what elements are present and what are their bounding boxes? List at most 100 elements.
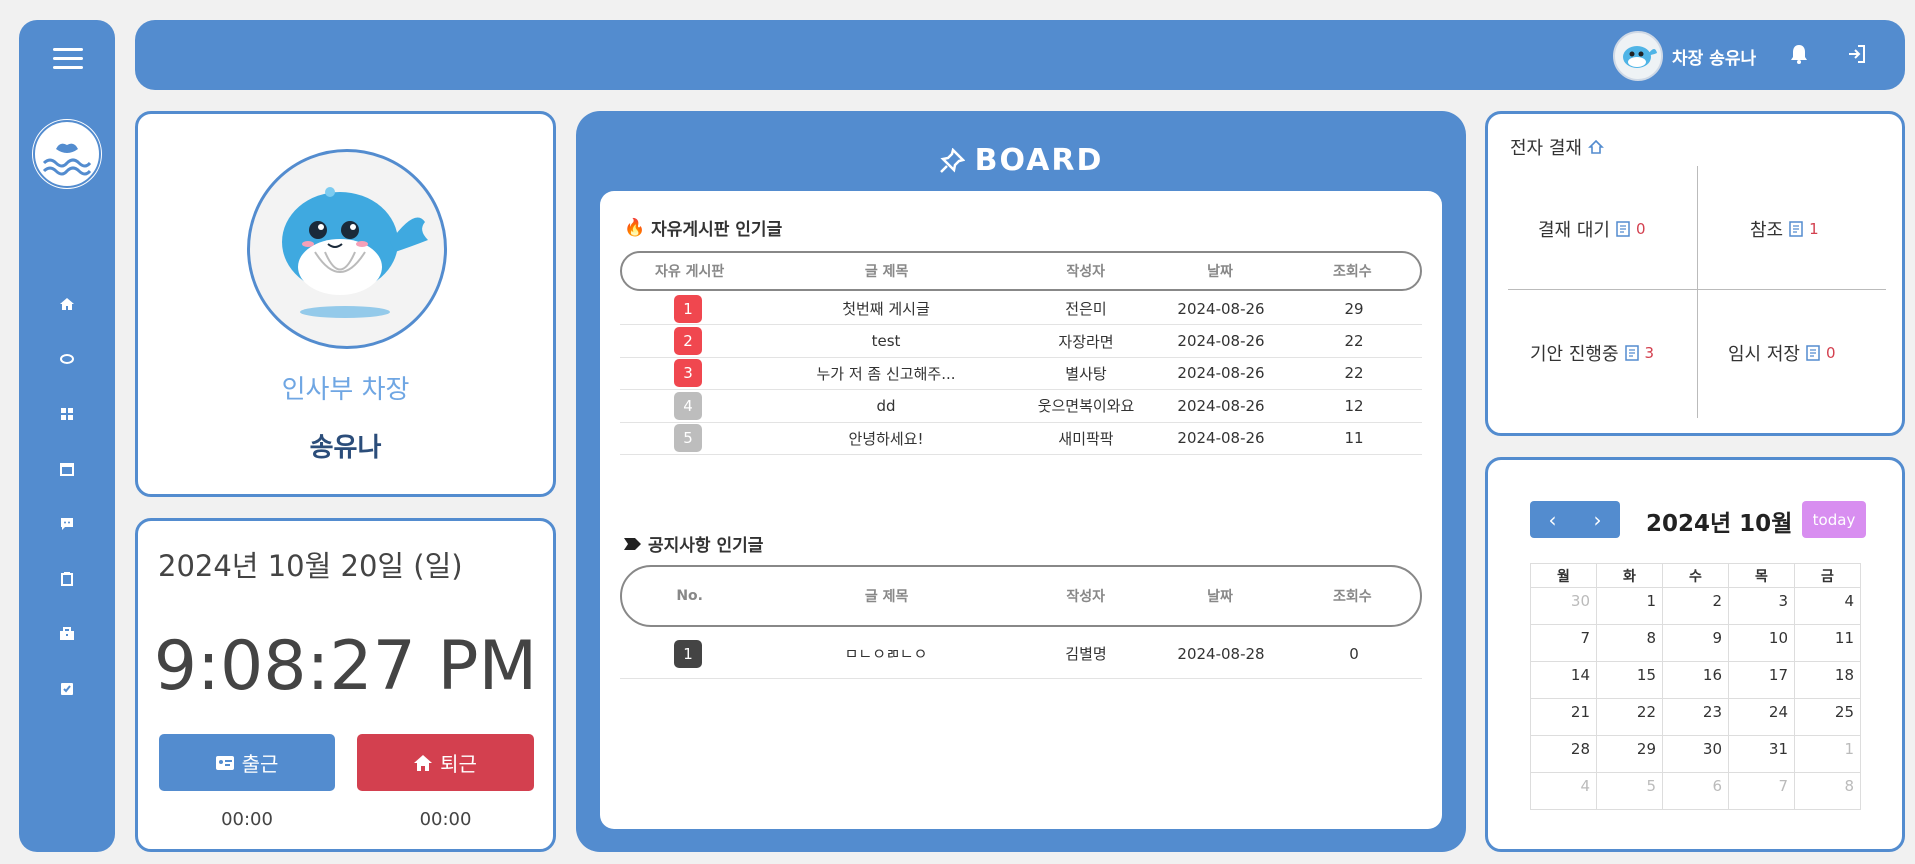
calendar-day[interactable]: 7 [1530,624,1597,662]
bell-icon[interactable] [1787,42,1811,66]
calendar-day[interactable]: 21 [1530,698,1597,736]
post-author: 별사탕 [1065,364,1107,383]
sidebar [19,20,115,852]
paperclip-icon[interactable] [59,351,75,367]
calendar-day[interactable]: 29 [1596,735,1663,773]
table-row[interactable]: 1 첫번째 게시글 전은미 2024-08-26 29 [620,293,1422,326]
calendar-day[interactable]: 9 [1662,624,1729,662]
checkout-button[interactable]: 퇴근 [357,734,534,791]
home-icon[interactable] [59,296,75,312]
calendar-day[interactable]: 10 [1728,624,1795,662]
table-row[interactable]: 3 누가 저 좀 신고해주... 별사탕 2024-08-26 22 [620,358,1422,391]
column-header: 작성자 [1066,589,1105,605]
calendar-icon[interactable] [59,461,75,477]
chevron-right-icon[interactable]: › [1575,501,1620,538]
today-button[interactable]: today [1802,501,1866,538]
rank-badge: 4 [674,391,702,420]
calendar-grid: 월화수목금 30 1 2 3 4 7 8 9 10 11 14 15 16 17 18 21 22 23 24 25 2… [1530,563,1861,810]
calendar-day[interactable]: 1 [1596,587,1663,625]
calendar-day[interactable]: 23 [1662,698,1729,736]
post-views: 22 [1344,332,1364,351]
table-row[interactable]: 2 test 자장라면 2024-08-26 22 [620,325,1422,358]
rank-cell: 5 [620,424,756,453]
approval-label: 기안 진행중 [1530,344,1619,365]
post-title: dd [876,396,896,415]
calendar-day[interactable]: 1 [1794,735,1861,773]
chat-icon[interactable] [59,516,75,532]
user-label: 차장 송유나 [1672,49,1757,69]
calendar-day[interactable]: 16 [1662,661,1729,699]
calendar-day[interactable]: 7 [1728,772,1795,810]
table-row[interactable]: 4 dd 웃으면복이와요 2024-08-26 12 [620,390,1422,423]
column-header: 자유 게시판 [655,264,725,280]
approval-title: 전자 결재 [1510,138,1582,159]
profile-name: 송유나 [309,433,382,463]
approval-count: 0 [1635,220,1646,238]
profile-card: 인사부 차장 송유나 [135,111,556,497]
approval-pending[interactable]: 결재 대기 0 [1538,216,1646,242]
table-row[interactable]: 1 ㅁㄴㅇㄻㄴㅇ 김별명 2024-08-28 0 [620,629,1422,679]
free-board-title: 자유게시판 인기글 [651,220,783,240]
checkin-button[interactable]: 출근 [159,734,335,791]
column-header: 조회수 [1333,264,1372,280]
calendar-day[interactable]: 8 [1596,624,1663,662]
post-views: 12 [1344,396,1364,415]
approval-header[interactable]: 전자 결재 [1510,134,1604,160]
user-avatar[interactable] [1613,31,1663,81]
calendar-day[interactable]: 11 [1794,624,1861,662]
approval-reference[interactable]: 참조 1 [1750,216,1819,242]
approval-draft[interactable]: 임시 저장 0 [1728,340,1836,366]
calendar-day[interactable]: 22 [1596,698,1663,736]
rank-cell: 1 [620,294,756,323]
calendar-title: 2024년 10월 [1646,511,1793,537]
board-title: BOARD [974,143,1104,178]
calendar-day[interactable]: 30 [1662,735,1729,773]
calendar-day[interactable]: 8 [1794,772,1861,810]
post-date: 2024-08-26 [1177,429,1265,448]
table-row[interactable]: 5 안녕하세요! 새미팍팍 2024-08-26 11 [620,423,1422,455]
calendar-day[interactable]: 18 [1794,661,1861,699]
logout-icon[interactable] [1845,42,1869,66]
calendar-day[interactable]: 3 [1728,587,1795,625]
approval-in-progress[interactable]: 기안 진행중 3 [1530,340,1654,366]
rank-badge: 1 [674,639,702,668]
calendar-day[interactable]: 17 [1728,661,1795,699]
clipboard-icon[interactable] [59,571,75,587]
calendar-day[interactable]: 14 [1530,661,1597,699]
calendar-day[interactable]: 4 [1530,772,1597,810]
board-header: BOARD [576,143,1466,178]
checkbox-icon[interactable] [59,681,75,697]
rank-cell: 4 [620,391,756,420]
weekday-header: 수 [1662,563,1729,588]
column-header: No. [676,588,703,604]
post-views: 29 [1344,299,1364,318]
checkout-time: 00:00 [419,809,472,830]
calendar-day[interactable]: 15 [1596,661,1663,699]
checkout-label: 퇴근 [440,752,477,776]
current-time: 9:08:27 PM [153,627,538,706]
menu-icon[interactable] [53,48,83,70]
calendar-day[interactable]: 25 [1794,698,1861,736]
calendar-day[interactable]: 6 [1662,772,1729,810]
calendar-day[interactable]: 30 [1530,587,1597,625]
calendar-day[interactable]: 2 [1662,587,1729,625]
grid-icon[interactable] [59,406,75,422]
post-views: 22 [1344,364,1364,383]
whale-logo[interactable] [32,119,102,189]
briefcase-icon[interactable] [59,626,75,642]
approval-label: 결재 대기 [1538,220,1610,241]
post-date: 2024-08-26 [1177,299,1265,318]
column-header: 작성자 [1066,264,1105,280]
weekday-header: 화 [1596,563,1663,588]
calendar-day[interactable]: 28 [1530,735,1597,773]
home-icon [1588,139,1604,154]
calendar-day[interactable]: 5 [1596,772,1663,810]
calendar-day[interactable]: 31 [1728,735,1795,773]
calendar-day[interactable]: 24 [1728,698,1795,736]
chevron-left-icon[interactable]: ‹ [1530,501,1575,538]
calendar-day[interactable]: 4 [1794,587,1861,625]
id-card-icon [215,755,234,770]
post-title: ㅁㄴㅇㄻㄴㅇ [844,645,928,663]
attendance-card: 2024년 10월 20일 (일) 9:08:27 PM 출근 퇴근 00:00… [135,518,556,852]
post-author: 자장라면 [1058,332,1114,351]
